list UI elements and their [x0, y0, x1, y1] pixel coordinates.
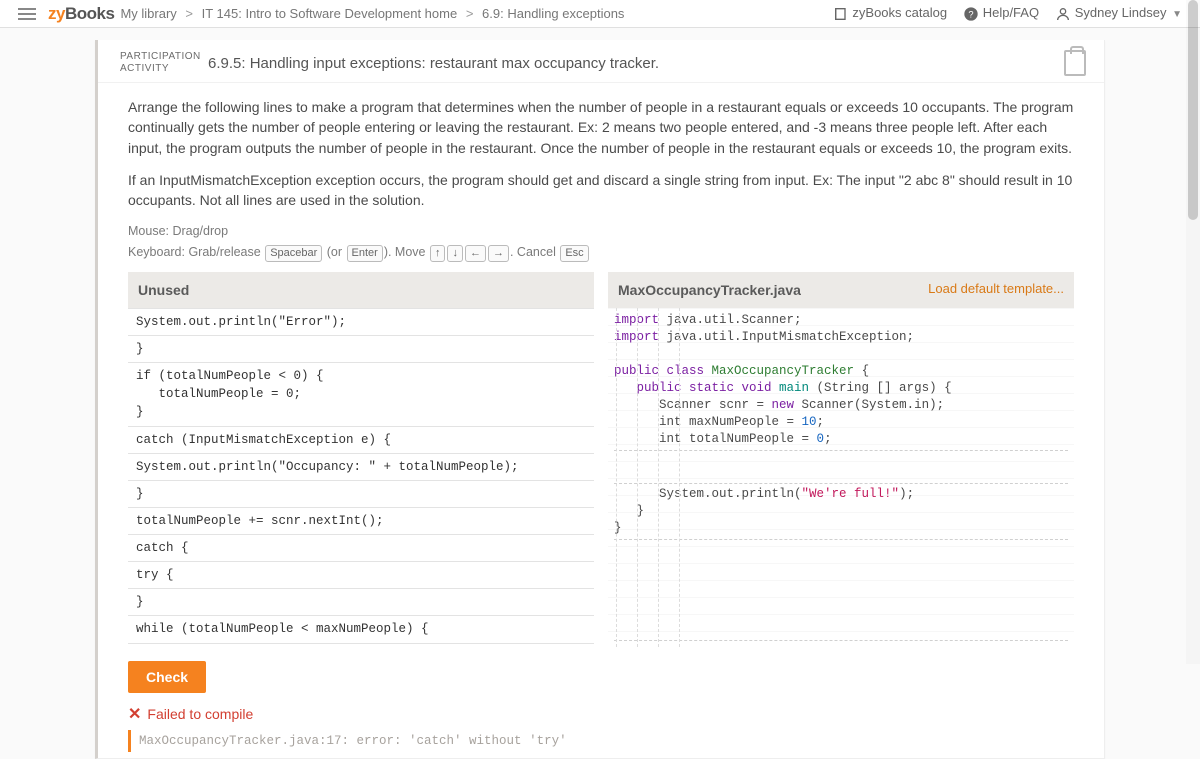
bookmark-icon[interactable]	[1064, 50, 1086, 76]
catalog-link[interactable]: zyBooks catalog	[833, 5, 947, 22]
key-enter: Enter	[347, 245, 383, 262]
load-template-link[interactable]: Load default template...	[928, 280, 1064, 299]
vertical-scrollbar[interactable]	[1186, 0, 1200, 664]
prompt-paragraph-1: Arrange the following lines to make a pr…	[128, 97, 1074, 158]
keyboard-hint: Keyboard: Grab/release Spacebar (or Ente…	[128, 243, 1074, 262]
error-x-icon: ✕	[128, 703, 141, 726]
unused-code-line[interactable]: System.out.println("Error");	[128, 309, 594, 336]
key-spacebar: Spacebar	[265, 245, 322, 262]
crumb-section[interactable]: 6.9: Handling exceptions	[482, 6, 624, 21]
key-left: ←	[465, 245, 486, 262]
code-editor[interactable]: import java.util.Scanner; import java.ut…	[608, 308, 1074, 647]
activity-title: 6.9.5: Handling input exceptions: restau…	[208, 55, 659, 72]
unused-code-line[interactable]: catch {	[128, 535, 594, 562]
unused-code-line[interactable]: System.out.println("Occupancy: " + total…	[128, 454, 594, 481]
unused-code-line[interactable]: while (totalNumPeople < maxNumPeople) {	[128, 616, 594, 643]
chevron-down-icon: ▼	[1172, 9, 1182, 20]
help-link[interactable]: ? Help/FAQ	[963, 5, 1039, 22]
unused-code-line[interactable]: }	[128, 481, 594, 508]
brand-logo[interactable]: zyBooks	[48, 4, 114, 24]
compiler-output: MaxOccupancyTracker.java:17: error: 'cat…	[128, 730, 1074, 752]
user-icon	[1055, 6, 1071, 22]
key-esc: Esc	[560, 245, 588, 262]
key-down: ↓	[447, 245, 463, 262]
unused-code-line[interactable]: try {	[128, 562, 594, 589]
unused-code-line[interactable]: catch (InputMismatchException e) {	[128, 427, 594, 454]
menu-icon[interactable]	[18, 5, 36, 23]
crumb-course[interactable]: IT 145: Intro to Software Development ho…	[202, 6, 458, 21]
check-button[interactable]: Check	[128, 661, 206, 693]
key-up: ↑	[430, 245, 446, 262]
editor-pane: MaxOccupancyTracker.java Load default te…	[608, 272, 1074, 647]
breadcrumb: My library > IT 145: Intro to Software D…	[120, 6, 624, 21]
top-bar: zyBooks My library > IT 145: Intro to So…	[0, 0, 1200, 28]
drop-slot[interactable]	[614, 450, 1068, 484]
unused-code-line[interactable]: if (totalNumPeople < 0) { totalNumPeople…	[128, 363, 594, 426]
activity-tag: Participation Activity	[120, 51, 208, 75]
book-icon	[833, 6, 849, 22]
unused-code-line[interactable]: }	[128, 336, 594, 363]
crumb-my-library[interactable]: My library	[120, 6, 176, 21]
unused-code-line[interactable]: }	[128, 589, 594, 616]
svg-text:?: ?	[968, 9, 973, 19]
mouse-hint: Mouse: Drag/drop	[128, 222, 1074, 240]
prompt-paragraph-2: If an InputMismatchException exception o…	[128, 170, 1074, 211]
key-right: →	[488, 245, 509, 262]
unused-code-line[interactable]: totalNumPeople += scnr.nextInt();	[128, 508, 594, 535]
unused-pane: Unused System.out.println("Error");}if (…	[128, 272, 594, 647]
activity-card: Participation Activity 6.9.5: Handling i…	[95, 40, 1105, 759]
user-menu[interactable]: Sydney Lindsey ▼	[1055, 5, 1182, 22]
editor-header: MaxOccupancyTracker.java Load default te…	[608, 272, 1074, 308]
compile-error: ✕ Failed to compile	[128, 703, 1074, 726]
drop-slot[interactable]	[614, 539, 1068, 641]
help-icon: ?	[963, 6, 979, 22]
unused-header: Unused	[128, 272, 594, 308]
